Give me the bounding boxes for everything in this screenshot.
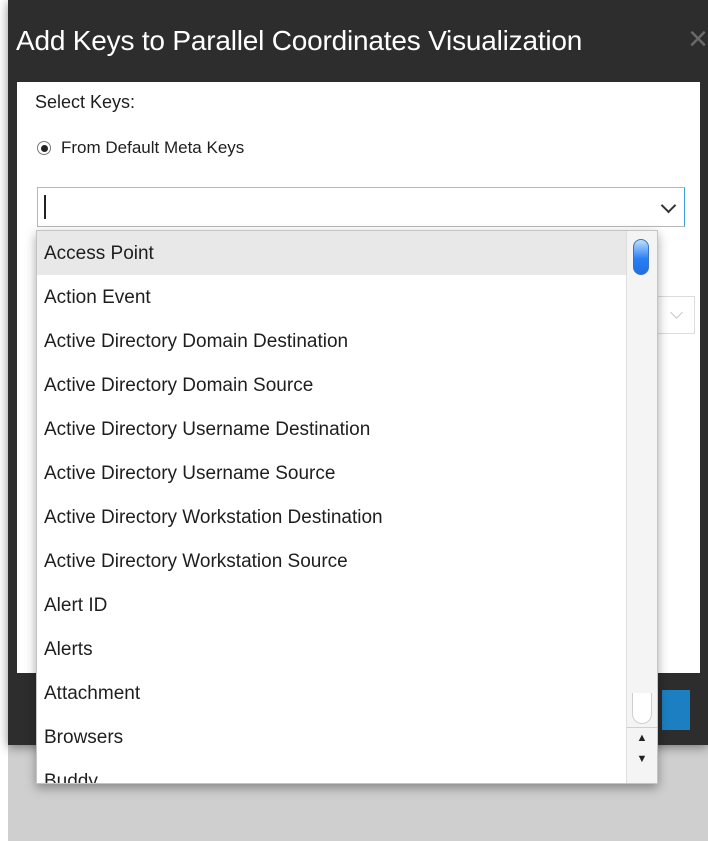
- radio-button[interactable]: [37, 141, 51, 155]
- radio-selected-dot: [40, 144, 48, 152]
- dropdown-option[interactable]: Active Directory Username Source: [37, 451, 627, 495]
- dropdown-option[interactable]: Access Point: [37, 231, 627, 275]
- dropdown-option[interactable]: Alert ID: [37, 583, 627, 627]
- meta-key-search-input[interactable]: [42, 191, 646, 225]
- radio-label: From Default Meta Keys: [61, 138, 245, 157]
- chevron-down-icon[interactable]: [660, 197, 677, 214]
- dialog-title: Add Keys to Parallel Coordinates Visuali…: [16, 25, 583, 56]
- meta-key-combobox[interactable]: [37, 187, 685, 227]
- dropdown-option[interactable]: Browsers: [37, 715, 627, 759]
- select-keys-label: Select Keys:: [35, 92, 136, 112]
- chevron-down-icon[interactable]: [670, 306, 683, 319]
- dropdown-option[interactable]: Active Directory Workstation Destination: [37, 495, 627, 539]
- text-cursor: [44, 195, 46, 219]
- dropdown-option[interactable]: Action Event: [37, 275, 627, 319]
- dropdown-option[interactable]: Active Directory Username Destination: [37, 407, 627, 451]
- close-icon[interactable]: ×: [684, 22, 708, 56]
- meta-key-dropdown-list: Access Point Action Event Active Directo…: [36, 230, 658, 784]
- secondary-select[interactable]: [657, 296, 695, 334]
- dropdown-options: Access Point Action Event Active Directo…: [37, 231, 627, 783]
- scrollbar-track-end: [632, 693, 652, 724]
- scroll-down-arrow-icon[interactable]: ▼: [627, 749, 657, 769]
- dropdown-option[interactable]: Buddy: [37, 759, 627, 783]
- primary-action-button[interactable]: [662, 690, 690, 730]
- dropdown-option[interactable]: Active Directory Workstation Source: [37, 539, 627, 583]
- dropdown-option[interactable]: Active Directory Domain Destination: [37, 319, 627, 363]
- dropdown-scrollbar[interactable]: ▲ ▼: [626, 231, 657, 783]
- dropdown-option[interactable]: Attachment: [37, 671, 627, 715]
- scroll-up-arrow-icon[interactable]: ▲: [627, 727, 657, 748]
- dropdown-option[interactable]: Alerts: [37, 627, 627, 671]
- scrollbar-thumb[interactable]: [633, 239, 649, 275]
- dropdown-option[interactable]: Active Directory Domain Source: [37, 363, 627, 407]
- radio-default-meta-keys[interactable]: From Default Meta Keys: [37, 138, 244, 158]
